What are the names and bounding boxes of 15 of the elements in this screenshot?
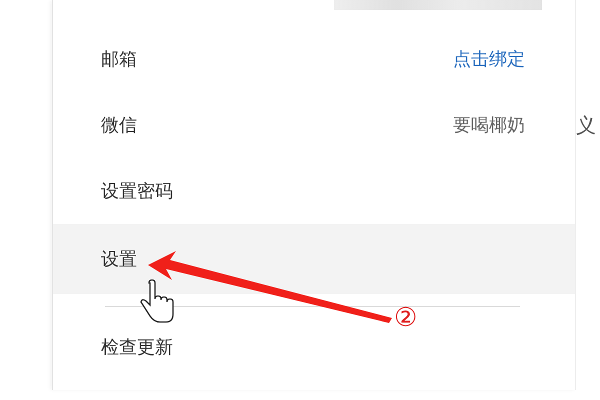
background-text: 义 (576, 112, 596, 139)
menu-item[interactable]: 设置密码 (53, 158, 575, 224)
menu-item[interactable]: 邮箱 点击绑定 (53, 26, 575, 92)
menu-item-label: 设置密码 (101, 180, 173, 203)
menu-item[interactable]: 设置 (53, 224, 575, 294)
bind-link[interactable]: 点击绑定 (453, 47, 525, 71)
menu-item-label: 微信 (101, 114, 137, 137)
menu-item-label: 邮箱 (101, 48, 137, 71)
menu-item[interactable]: 检查更新 (53, 333, 575, 361)
step-number: ② (394, 305, 418, 331)
menu-item-value: 要喝椰奶 (453, 114, 525, 137)
hand-cursor-icon (140, 279, 174, 323)
menu-item-label: 检查更新 (101, 336, 173, 359)
menu-item[interactable]: 微信 要喝椰奶 (53, 92, 575, 158)
menu-item-label: 设置 (101, 248, 137, 271)
